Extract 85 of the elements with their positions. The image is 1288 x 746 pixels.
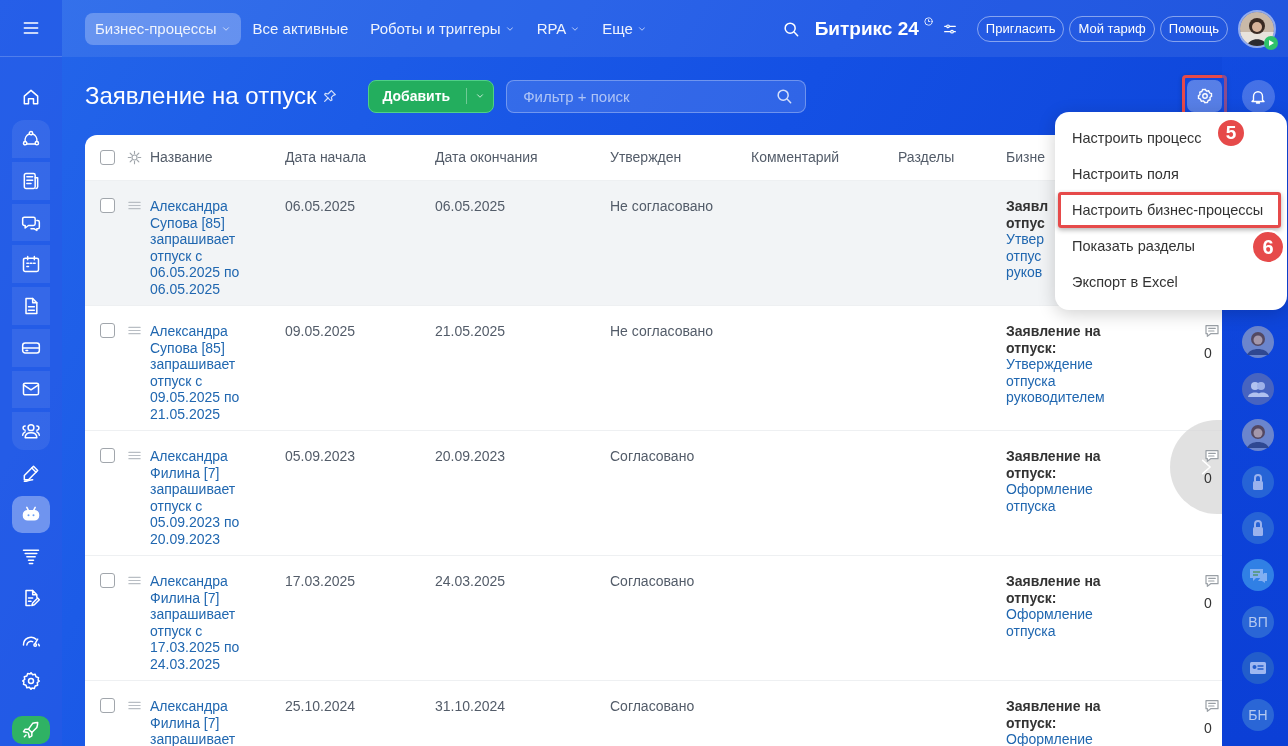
sidebar-item[interactable] — [12, 495, 50, 534]
nav-tab[interactable]: Еще — [592, 12, 657, 45]
checkbox[interactable] — [100, 198, 115, 213]
notifications-button[interactable] — [1241, 80, 1275, 113]
process-name: Заявление на отпуск: — [1006, 448, 1102, 482]
news-feed-icon — [21, 170, 41, 191]
user-avatar[interactable]: БН — [1242, 698, 1274, 731]
column-header[interactable]: Разделы — [898, 149, 955, 166]
process-name: Заявление на отпуск: — [1006, 323, 1102, 357]
table-cell: 06.05.2025 — [285, 198, 356, 214]
comment-count: 0 — [1204, 595, 1212, 612]
sidebar-item[interactable] — [12, 162, 50, 200]
sidebar-item[interactable] — [12, 328, 50, 367]
column-header[interactable]: Комментарий — [751, 149, 840, 166]
table-cell: 24.03.2025 — [435, 573, 506, 589]
checkbox[interactable] — [100, 323, 115, 338]
table-cell: 20.09.2023 — [435, 448, 506, 464]
nav-tab[interactable]: Все активные — [242, 12, 359, 45]
sidebar-item[interactable] — [12, 370, 50, 409]
group-icon[interactable] — [1242, 372, 1274, 405]
sidebar-item[interactable] — [12, 203, 50, 242]
pin-icon — [322, 88, 339, 104]
table-cell: Не согласовано — [610, 198, 713, 214]
column-header[interactable]: Название — [150, 149, 213, 166]
contact-card-icon[interactable] — [1242, 652, 1274, 685]
table-cell: 09.05.2025 — [285, 323, 356, 339]
calendar-icon — [21, 254, 41, 275]
table-cell: Согласовано — [610, 698, 695, 714]
funnel-icon — [21, 546, 41, 567]
settings-button[interactable] — [1187, 80, 1222, 112]
checkbox[interactable] — [100, 698, 115, 713]
caret-icon — [475, 91, 486, 101]
column-header[interactable]: Утвержден — [610, 149, 682, 166]
process-link[interactable]: Утверждение отпуска руководителем — [1006, 356, 1116, 406]
checkbox[interactable] — [100, 150, 115, 165]
step-badge: 6 — [1251, 230, 1285, 264]
checkbox[interactable] — [100, 573, 115, 588]
lock-icon[interactable] — [1242, 512, 1274, 545]
table-cell: Не согласовано — [610, 323, 713, 339]
nav-tab[interactable]: Роботы и триггеры — [360, 12, 525, 45]
process-link[interactable]: Оформление отпуска — [1006, 481, 1116, 515]
process-name: Заявление на отпуск: — [1006, 573, 1102, 607]
nav-tab[interactable]: RPA — [526, 12, 591, 45]
sidebar-item[interactable] — [12, 412, 50, 450]
table-cell: 31.10.2024 — [435, 698, 506, 714]
comment-icon — [1204, 323, 1220, 339]
logo[interactable]: Битрикс 24 — [814, 17, 919, 40]
user-avatar[interactable]: ВП — [1242, 605, 1274, 638]
process-name: Заявление на отпуск: — [1006, 698, 1102, 732]
table-cell: 06.05.2025 — [435, 198, 506, 214]
table-cell: Согласовано — [610, 448, 695, 464]
menu-item[interactable]: Настроить процесс — [1055, 120, 1208, 156]
comment-icon — [1204, 448, 1220, 464]
table-cell: 25.10.2024 — [285, 698, 356, 714]
column-header[interactable]: Дата начала — [285, 149, 367, 166]
comment-icon — [1204, 573, 1220, 589]
clock-icon — [922, 16, 934, 27]
process-link[interactable]: Оформление отпуска — [1006, 606, 1116, 640]
record-link[interactable]: Александра Филина [7] запрашивает отпуск с 17.03.2025 по 24.03.2025 — [150, 573, 268, 673]
sidebar-item[interactable] — [12, 245, 50, 284]
sidebar-item[interactable] — [12, 716, 50, 744]
table-cell: 17.03.2025 — [285, 573, 356, 589]
sidebar-item[interactable] — [12, 287, 50, 325]
page-title: Заявление на отпуск — [85, 82, 317, 110]
table-cell: 05.09.2023 — [285, 448, 356, 464]
lock-icon[interactable] — [1242, 465, 1274, 498]
comment-count: 0 — [1204, 470, 1212, 487]
rocket-icon — [21, 720, 41, 740]
comment-count: 0 — [1204, 345, 1212, 362]
process-name: Заявл отпус — [1006, 198, 1049, 232]
chat-icon[interactable] — [1242, 558, 1274, 591]
menu-item[interactable]: Показать разделы — [1055, 228, 1201, 264]
comment-icon — [1204, 698, 1220, 714]
sidebar-item[interactable] — [12, 120, 50, 158]
table-cell: Согласовано — [610, 573, 695, 589]
checkbox[interactable] — [100, 448, 115, 463]
table-cell: 21.05.2025 — [435, 323, 506, 339]
comment-count: 0 — [1204, 720, 1212, 737]
process-link[interactable]: Утвер отпус руков — [1006, 231, 1045, 281]
record-link[interactable]: Александра Филина [7] запрашивает отпуск с 05.09.2023 по 20.09.2023 — [150, 448, 268, 548]
column-header[interactable]: Бизне — [1006, 149, 1045, 166]
menu-item[interactable]: Экспорт в Excel — [1055, 264, 1184, 300]
record-link[interactable]: Александра Супова [85] запрашивает отпуск с 09.05.2025 по 21.05.2025 — [150, 323, 268, 423]
column-header[interactable]: Дата окончания — [435, 149, 538, 166]
record-link[interactable]: Александра Супова [85] запрашивает отпуск с 06.05.2025 по 06.05.2025 — [150, 198, 268, 298]
